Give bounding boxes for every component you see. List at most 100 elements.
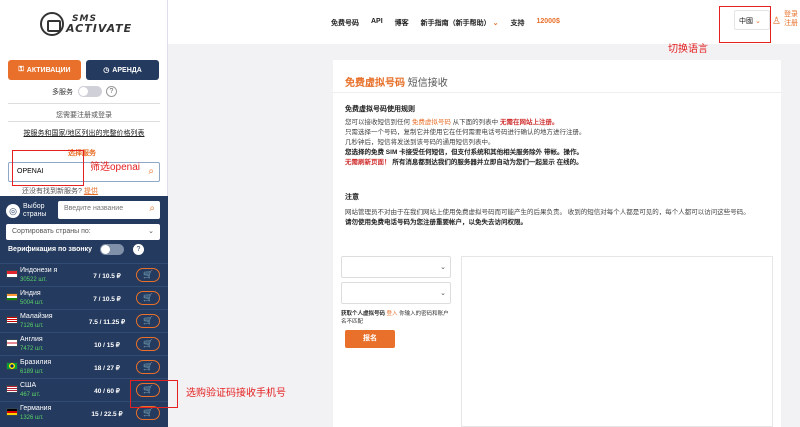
- rules-line: 无需刷新页面！ 所有消息都到达我们的服务器并立即自动为您们一起显示 在线的。: [345, 158, 625, 168]
- auth-links[interactable]: 登录 注册: [770, 10, 800, 28]
- rules-title: 免费虚拟号码使用规则: [345, 106, 415, 113]
- flag-icon: [6, 316, 18, 324]
- rent-mode-button[interactable]: ◷ АРЕНДА: [86, 60, 159, 80]
- card-title: 免费虚拟号码 短信接收: [345, 74, 448, 89]
- note-text: 网站管理员不对由于在我们网站上使用免费虚拟号码而可能产生的后果负责。 收到的短信…: [345, 208, 765, 228]
- country-price: 40 / 60 ₽: [94, 388, 120, 395]
- globe-icon: ◎: [6, 204, 20, 218]
- rent-label: АРЕНДА: [112, 66, 142, 74]
- search-icon[interactable]: ⌕: [149, 204, 155, 214]
- multi-service-toggle[interactable]: [78, 86, 102, 97]
- cart-icon[interactable]: 🛒: [136, 314, 160, 328]
- nav-free-numbers[interactable]: 免费号码: [331, 18, 359, 28]
- country-count: 467 шт.: [20, 392, 41, 398]
- help-icon[interactable]: ?: [106, 86, 117, 97]
- nav-guide[interactable]: 新手指南（新手帮助）: [421, 18, 499, 28]
- nav-blog[interactable]: 博客: [395, 18, 409, 28]
- sidebar: SMS ACTIVATE ⚿ АКТИВАЦИИ ◷ АРЕНДА 多服务 ? …: [0, 0, 168, 427]
- call-verification-toggle[interactable]: [100, 244, 124, 255]
- country-price: 7 / 10.5 ₽: [93, 273, 121, 280]
- balance[interactable]: 12000$: [536, 18, 559, 28]
- country-name: Англия: [20, 336, 43, 343]
- get-number-note: 获取个人虚拟号码 登入 你输入的密码和账户名不匹配: [341, 310, 453, 326]
- annotation-language: 切换语言: [668, 44, 708, 55]
- card-subtitle: 短信接收: [407, 78, 448, 89]
- annotation-filter: 筛选openai: [90, 162, 141, 173]
- not-found-text: 还没有找到新服务?: [22, 188, 82, 195]
- nav-api[interactable]: API: [371, 18, 383, 28]
- logo[interactable]: SMS ACTIVATE: [66, 14, 132, 34]
- rules-4: 您选择的免费 SIM 卡接受任何短信，但支付系统和其他相关服务除外 带帐。操作。: [345, 148, 625, 158]
- note-2: 请勿使用免费电话号码为您注册重要帐户，以免失去访问权限。: [345, 219, 527, 226]
- rules-text: 您可以接收短信到任何 免费虚拟号码 从下面的列表中 无需在网站上注册。 只需选择…: [345, 118, 625, 168]
- country-price: 18 / 27 ₽: [94, 365, 120, 372]
- cart-icon[interactable]: 🛒: [136, 291, 160, 305]
- get-login-link[interactable]: 登入: [387, 311, 398, 317]
- activation-label: АКТИВАЦИИ: [26, 66, 71, 74]
- country-name: Малайзия: [20, 313, 53, 320]
- country-price: 10 / 15 ₽: [94, 342, 120, 349]
- rules-2: 只需选择一个号码，复制它并使用它在任何需要电话号码进行确认的地方进行注册。: [345, 129, 586, 136]
- country-name: Индия: [20, 290, 41, 297]
- nav-support[interactable]: 支持: [510, 18, 524, 28]
- country-name: США: [20, 382, 37, 389]
- country-search[interactable]: ⌕: [58, 201, 160, 219]
- cart-icon[interactable]: 🛒: [136, 406, 160, 420]
- key-icon: ⚿: [18, 66, 24, 73]
- signup-button[interactable]: 报名: [345, 330, 395, 348]
- not-found-note: 还没有找到新服务? 提供: [22, 186, 98, 196]
- logo-icon[interactable]: [40, 12, 64, 36]
- full-price-list-link[interactable]: 按服务和国家/地区列出的完整价格列表: [0, 128, 168, 138]
- flag-icon: [6, 385, 18, 393]
- country-count: 7126 шт.: [20, 323, 44, 329]
- country-count: 5004 шт.: [20, 300, 44, 306]
- country-row[interactable]: Индонези я 30522 шт. 7 / 10.5 ₽ 🛒: [0, 263, 168, 286]
- top-header: 免费号码 API 博客 新手指南（新手帮助） 支持 12000$ 中國 ⌄ ♙ …: [168, 0, 800, 44]
- rules-5b: 所有消息都到达我们的服务器并立即自动为您们一起显示 在线的。: [392, 159, 583, 166]
- choose-country-button[interactable]: ◎ Выбор страны: [6, 200, 54, 222]
- call-verification-label: Верификация по звонку: [8, 246, 93, 253]
- card-title-main: 免费虚拟号码: [345, 78, 405, 89]
- search-icon[interactable]: ⌕: [148, 167, 154, 177]
- note-1: 网站管理员不对由于在我们网站上使用免费虚拟号码而可能产生的后果负责。 收到的短信…: [345, 209, 750, 216]
- suggest-link[interactable]: 提供: [84, 188, 98, 195]
- activation-mode-button[interactable]: ⚿ АКТИВАЦИИ: [8, 60, 81, 80]
- choose-country-label: Выбор страны: [23, 203, 47, 218]
- chevron-down-icon: ⌄: [148, 228, 154, 235]
- sort-label: Сортировать страны по:: [12, 228, 91, 235]
- country-name: Индонези я: [20, 267, 58, 274]
- country-name: Германия: [20, 405, 52, 412]
- flag-icon: [6, 408, 18, 416]
- cart-icon[interactable]: 🛒: [136, 360, 160, 374]
- country-row[interactable]: Индия 5004 шт. 7 / 10.5 ₽ 🛒: [0, 286, 168, 309]
- country-search-input[interactable]: [64, 205, 142, 212]
- flag-icon: [6, 362, 18, 370]
- country-row[interactable]: Бразилия 6189 шт. 18 / 27 ₽ 🛒: [0, 355, 168, 378]
- cart-icon[interactable]: 🛒: [136, 337, 160, 351]
- country-price: 15 / 22.5 ₽: [91, 411, 123, 418]
- cart-icon[interactable]: 🛒: [136, 268, 160, 282]
- flag-icon: [6, 339, 18, 347]
- divider: [333, 92, 781, 93]
- country-row[interactable]: Англия 7472 шт. 10 / 15 ₽ 🛒: [0, 332, 168, 355]
- login-link[interactable]: 登录: [770, 10, 800, 19]
- country-count: 30522 шт.: [20, 277, 47, 283]
- country-select[interactable]: ⌄: [341, 256, 451, 278]
- rules-4-text: 您选择的免费 SIM 卡接受任何短信，但支付系统和其他相关服务除外 带帐。操作。: [345, 149, 583, 156]
- annotation-box-buy: [130, 380, 178, 408]
- sms-list-box: [461, 256, 773, 427]
- get-text-a: 获取个人虚拟号码: [341, 311, 386, 317]
- number-select[interactable]: ⌄: [341, 282, 451, 304]
- country-price: 7 / 10.5 ₽: [93, 296, 121, 303]
- register-note[interactable]: 您需要注册或登录: [0, 110, 168, 120]
- sort-countries-select[interactable]: Сортировать страны по: ⌄: [6, 224, 160, 240]
- rules-3: 几秒钟后，短信将发送到该号码的通用短信列表中。: [345, 139, 495, 146]
- main-nav: 免费号码 API 博客 新手指南（新手帮助） 支持 12000$: [331, 18, 560, 28]
- country-row[interactable]: Малайзия 7126 шт. 7.5 / 11.25 ₽ 🛒: [0, 309, 168, 332]
- register-link[interactable]: 注册: [770, 19, 800, 28]
- annotation-buy: 选购验证码接收手机号: [186, 388, 286, 399]
- help-icon[interactable]: ?: [133, 244, 144, 255]
- rules-1d: 无需在网站上注册。: [499, 119, 559, 126]
- annotation-box-search: [12, 150, 84, 186]
- country-count: 7472 шт.: [20, 346, 44, 352]
